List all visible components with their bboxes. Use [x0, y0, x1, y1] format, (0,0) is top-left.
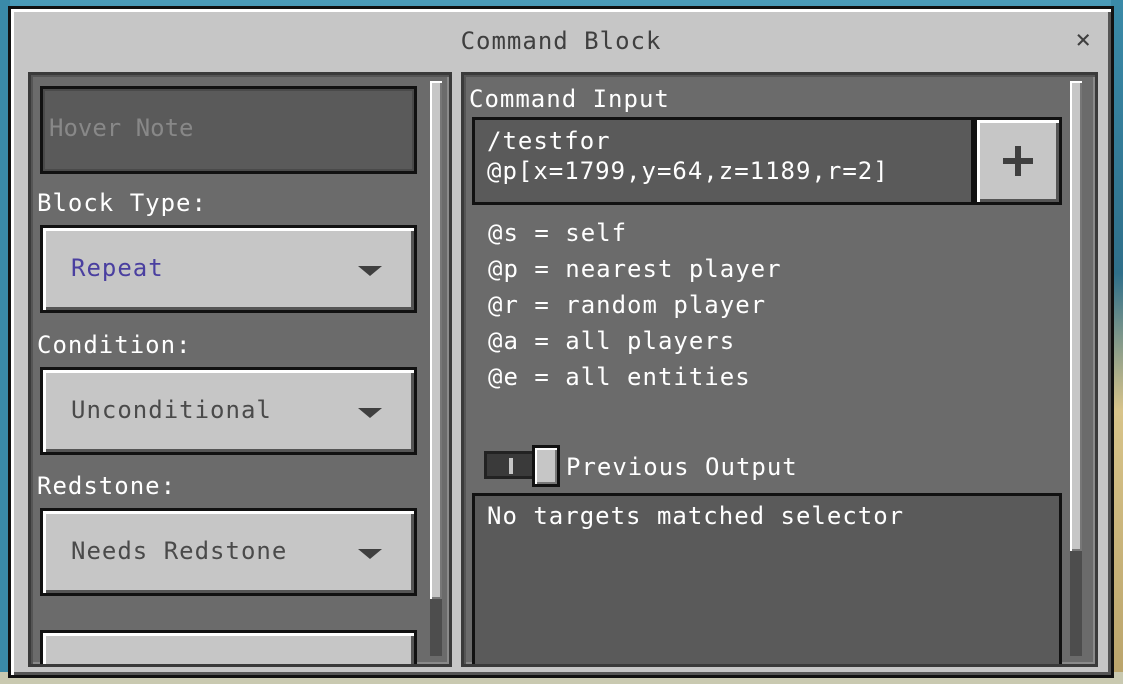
- redstone-value: Needs Redstone: [71, 537, 288, 565]
- block-type-value: Repeat: [71, 254, 164, 282]
- command-line-2: @p[x=1799,y=64,z=1189,r=2]: [487, 157, 889, 185]
- selector-help-random: @r = random player: [488, 291, 767, 319]
- output-text: No targets matched selector: [487, 502, 905, 530]
- condition-dropdown[interactable]: Unconditional: [40, 367, 417, 455]
- close-icon[interactable]: ×: [1075, 27, 1091, 53]
- block-type-label: Block Type:: [37, 189, 207, 217]
- previous-output-box: No targets matched selector: [472, 493, 1062, 664]
- command-line-1: /testfor: [487, 127, 611, 155]
- block-type-dropdown[interactable]: Repeat: [40, 225, 417, 313]
- command-input-label: Command Input: [469, 85, 670, 113]
- condition-value: Unconditional: [71, 396, 272, 424]
- redstone-dropdown[interactable]: Needs Redstone: [40, 508, 417, 596]
- right-scrollbar-thumb[interactable]: [1070, 81, 1082, 551]
- hover-note-field[interactable]: [40, 86, 417, 174]
- window-title: Command Block: [460, 27, 662, 55]
- selector-help-all-players: @a = all players: [488, 327, 736, 355]
- chevron-down-icon: [358, 408, 382, 418]
- selector-help-self: @s = self: [488, 219, 628, 247]
- previous-output-label: Previous Output: [566, 453, 798, 481]
- previous-output-toggle[interactable]: [484, 445, 560, 487]
- hover-note-input[interactable]: [47, 113, 381, 143]
- left-scrollbar[interactable]: [430, 81, 442, 656]
- right-scrollbar[interactable]: [1070, 81, 1082, 656]
- condition-label: Condition:: [37, 331, 192, 359]
- add-command-button[interactable]: [974, 117, 1062, 205]
- redstone-label: Redstone:: [37, 472, 177, 500]
- chevron-down-icon: [358, 549, 382, 559]
- next-setting-dropdown[interactable]: [40, 630, 417, 664]
- command-block-window: Command Block × Block Type: Repeat Condi…: [8, 6, 1114, 678]
- toggle-knob[interactable]: [532, 445, 560, 487]
- selector-help-all-entities: @e = all entities: [488, 363, 751, 391]
- left-scrollbar-thumb[interactable]: [430, 81, 442, 599]
- selector-help-nearest: @p = nearest player: [488, 255, 782, 283]
- command-panel: Command Input /testfor @p[x=1799,y=64,z=…: [461, 72, 1098, 667]
- command-input-field[interactable]: /testfor @p[x=1799,y=64,z=1189,r=2]: [472, 117, 974, 205]
- block-settings-panel: Block Type: Repeat Condition: Unconditio…: [28, 72, 452, 667]
- chevron-down-icon: [358, 266, 382, 276]
